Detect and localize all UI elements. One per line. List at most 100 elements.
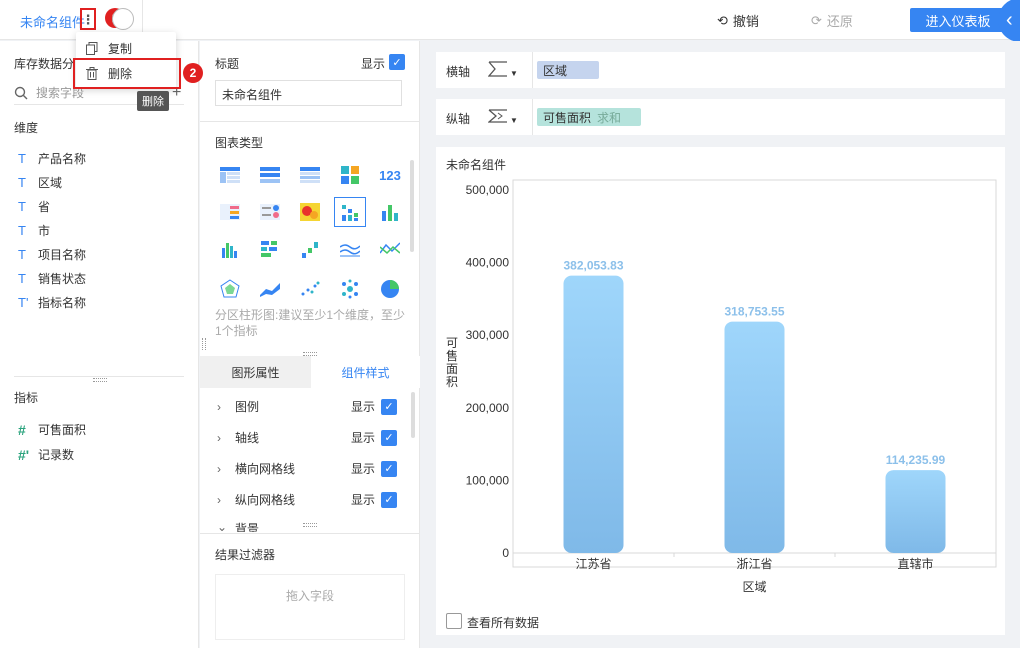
show-label: 显示 — [350, 493, 375, 507]
view-all-data-label: 查看所有数据 — [467, 616, 540, 630]
show-checkbox[interactable]: ✓ — [381, 429, 397, 446]
divider — [200, 533, 420, 534]
title-input[interactable]: 未命名组件 — [215, 80, 402, 106]
resize-handle[interactable] — [303, 523, 317, 527]
chart-type-scrollbar[interactable] — [410, 160, 414, 252]
bar-chart-icon[interactable] — [218, 238, 242, 260]
style-row-label: 轴线 — [235, 431, 260, 445]
dimension-label: 市 — [38, 224, 51, 238]
dimension-item[interactable]: T 销售状态 — [18, 270, 86, 287]
enter-dashboard-button[interactable]: 进入仪表板 — [910, 8, 1006, 32]
group-table-icon[interactable] — [258, 164, 282, 186]
kpi-number-icon[interactable]: 123 — [378, 164, 402, 186]
kpi-card-icon[interactable] — [218, 201, 242, 223]
style-row-legend[interactable]: › 图例 显示 ✓ — [217, 398, 397, 415]
stacked-bar-icon[interactable] — [378, 201, 402, 223]
y-axis-label: 纵轴 — [446, 112, 471, 126]
y-tick-label: 500,000 — [466, 183, 510, 197]
copy-icon — [86, 42, 98, 55]
dimension-item[interactable]: T市 — [18, 222, 50, 239]
horizontal-bar-icon[interactable] — [258, 238, 282, 260]
redo-label: 还原 — [826, 14, 853, 29]
dimension-label: 指标名称 — [38, 296, 87, 310]
tab-label: 组件样式 — [341, 365, 390, 380]
title-show-checkbox[interactable]: ✓ — [389, 54, 405, 70]
pie-chart-icon[interactable] — [378, 278, 402, 300]
heatmap-icon[interactable] — [298, 201, 322, 223]
text-type-icon: T — [18, 199, 26, 214]
divider — [200, 121, 420, 122]
line-chart-icon[interactable] — [378, 238, 402, 260]
measure-item[interactable]: # 可售面积 — [18, 421, 86, 438]
dimension-label: 区域 — [38, 176, 63, 190]
filter-drop-zone[interactable]: 拖入字段 — [215, 574, 405, 640]
x-axis-sort-icon[interactable]: ▼ — [488, 60, 518, 78]
tab-component-style[interactable]: 组件样式 — [311, 356, 420, 388]
x-axis-field-pill[interactable]: 区域 — [537, 61, 599, 79]
measure-item[interactable]: #' 记录数 — [18, 446, 74, 463]
more-options-button[interactable]: ⋮ — [80, 8, 96, 30]
search-icon — [14, 86, 28, 99]
range-area-icon[interactable] — [258, 278, 282, 300]
delete-tooltip: 删除 — [137, 91, 169, 111]
show-label: 显示 — [350, 462, 375, 476]
show-checkbox[interactable]: ✓ — [381, 491, 397, 508]
style-row-h-grid[interactable]: › 横向网格线 显示 ✓ — [217, 460, 397, 477]
x-axis-title: 区域 — [742, 580, 766, 594]
bar-value-label: 318,753.55 — [724, 305, 784, 319]
component-name-tab[interactable]: 未命名组件 — [20, 12, 85, 31]
show-label: 显示 — [350, 431, 375, 445]
y-axis-shelf: 纵轴 ▼ 可售面积 求和 — [436, 99, 1005, 135]
dimension-item[interactable]: T省 — [18, 198, 50, 215]
dimension-header: 维度 — [14, 121, 39, 135]
undo-button[interactable]: ⟲ 撤销 — [717, 11, 759, 30]
bar-value-label: 114,235.99 — [886, 453, 946, 467]
table-chart-icon[interactable] — [218, 164, 242, 186]
undo-icon: ⟲ — [717, 12, 728, 28]
show-checkbox[interactable]: ✓ — [381, 398, 397, 415]
chevron-down-icon: ⌄ — [217, 520, 228, 532]
resize-handle[interactable] — [93, 378, 107, 382]
y-tick-label: 300,000 — [466, 328, 510, 342]
style-row-v-grid[interactable]: › 纵向网格线 显示 ✓ — [217, 491, 397, 508]
resize-handle[interactable] — [202, 338, 206, 350]
redo-button[interactable]: ⟳ 还原 — [811, 11, 853, 30]
menu-item-copy[interactable]: 复制 — [86, 40, 132, 57]
dimension-item[interactable]: T 区域 — [18, 174, 62, 191]
bubble-chart-icon[interactable] — [338, 278, 362, 300]
style-row-axis[interactable]: › 轴线 显示 ✓ — [217, 429, 397, 446]
bar — [724, 321, 785, 553]
dimension-item[interactable]: T' 指标名称 — [18, 294, 86, 311]
text-type-icon: T — [18, 151, 26, 166]
pill-label: 区域 — [543, 63, 568, 78]
chart-card: 未命名组件 500,000 400,000 300,000 200,000 100,00… — [436, 147, 1005, 635]
y-axis-title: 可售面积 — [446, 336, 458, 389]
waterfall-icon[interactable] — [298, 238, 322, 260]
style-scrollbar[interactable] — [411, 392, 415, 438]
y-axis-field-pill[interactable]: 可售面积 求和 — [537, 108, 641, 126]
block-chart-icon[interactable] — [338, 164, 362, 186]
y-tick-label: 0 — [502, 546, 509, 560]
show-label: 显示 — [350, 400, 375, 414]
chart-svg: 500,000 400,000 300,000 200,000 100,000 0 382,… — [446, 179, 997, 594]
measure-label: 可售面积 — [38, 423, 87, 437]
chevron-left-icon: ‹ — [1006, 8, 1013, 31]
tab-label: 图形属性 — [231, 365, 280, 380]
dashboard-card-icon[interactable] — [258, 201, 282, 223]
show-checkbox[interactable]: ✓ — [381, 460, 397, 477]
tab-graphic-properties[interactable]: 图形属性 — [200, 356, 311, 388]
view-all-data-checkbox[interactable] — [446, 613, 462, 629]
partition-bar-icon[interactable] — [334, 197, 366, 227]
area-chart-icon[interactable] — [338, 238, 362, 260]
cross-table-icon[interactable] — [298, 164, 322, 186]
y-axis-sort-icon[interactable]: ▼ — [488, 107, 518, 125]
scatter-chart-icon[interactable] — [298, 278, 322, 300]
radar-chart-icon[interactable] — [218, 278, 242, 300]
dimension-item[interactable]: T 产品名称 — [18, 150, 86, 167]
chart-type-hint: 分区柱形图:建议至少1个维度，至少1个指标 — [215, 308, 406, 338]
text-type-icon: T — [18, 175, 26, 190]
step-badge-2: 2 — [183, 63, 203, 83]
toggle-circle[interactable] — [112, 8, 134, 30]
dimension-item[interactable]: T 项目名称 — [18, 246, 86, 263]
x-axis-shelf: 横轴 ▼ 区域 — [436, 52, 1005, 88]
